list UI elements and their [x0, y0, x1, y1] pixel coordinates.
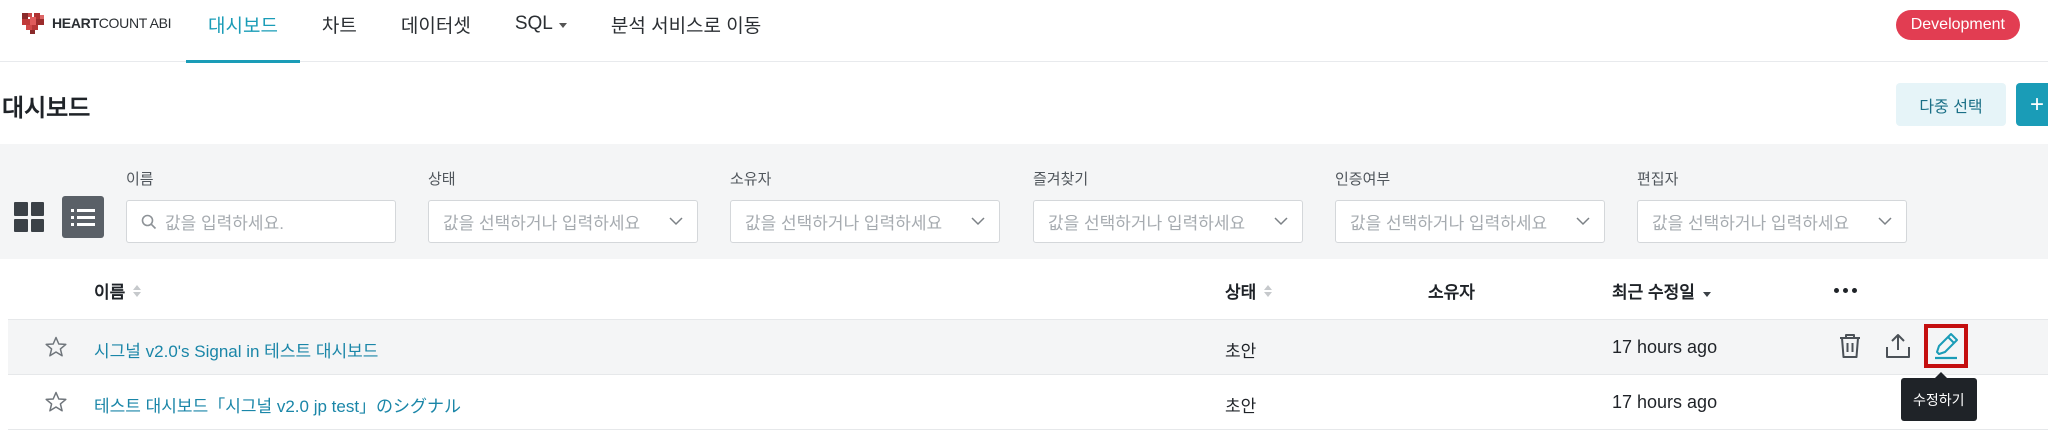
- caret-down-icon: [558, 22, 567, 28]
- environment-badge[interactable]: Development: [1895, 10, 2020, 40]
- column-header-name[interactable]: 이름: [94, 278, 141, 303]
- filter-owner: 소유자 값을 선택하거나 입력하세요: [730, 168, 1000, 243]
- sort-icon: [133, 285, 141, 297]
- column-label: 이름: [94, 283, 126, 302]
- filter-label: 인증여부: [1335, 171, 1391, 188]
- tab-label: 분석 서비스로 이동: [610, 15, 762, 37]
- status-select[interactable]: 값을 선택하거나 입력하세요: [428, 200, 698, 243]
- column-label: 상태: [1225, 283, 1257, 302]
- heart-logo-icon: [20, 11, 46, 35]
- status-cell: 초안: [1225, 342, 1257, 361]
- edit-tooltip: 수정하기: [1901, 372, 1977, 421]
- top-navigation: HEARTCOUNT ABI 대시보드 차트 데이터셋 SQL 분석 서비스로 …: [0, 0, 2048, 63]
- main-nav-tabs: 대시보드 차트 데이터셋 SQL 분석 서비스로 이동: [186, 0, 783, 63]
- share-button[interactable]: [1880, 328, 1916, 364]
- filter-label: 상태: [428, 171, 456, 188]
- tab-sql[interactable]: SQL: [493, 0, 589, 62]
- filter-certified: 인증여부 값을 선택하거나 입력하세요: [1335, 168, 1605, 243]
- chevron-down-icon: [669, 217, 683, 226]
- upload-icon: [1886, 334, 1910, 358]
- sort-desc-icon: [1703, 285, 1711, 297]
- tab-dashboard[interactable]: 대시보드: [186, 0, 300, 63]
- tab-analysis-service[interactable]: 분석 서비스로 이동: [589, 0, 783, 62]
- filter-label: 즐겨찾기: [1033, 171, 1089, 188]
- chevron-down-icon: [971, 217, 985, 226]
- tab-label: 데이터셋: [400, 15, 471, 37]
- dashboard-name-link[interactable]: 시그널 v2.0's Signal in 테스트 대시보드: [94, 337, 378, 362]
- sort-icon: [1264, 285, 1272, 297]
- select-placeholder: 값을 선택하거나 입력하세요: [443, 214, 641, 233]
- select-placeholder: 값을 선택하거나 입력하세요: [745, 214, 943, 233]
- column-label: 최근 수정일: [1612, 283, 1695, 302]
- filter-bar: 이름 값을 입력하세요. 상태 값을 선택하거나 입력하세요 소유자 값을 선택…: [0, 144, 2048, 259]
- list-view-icon[interactable]: [62, 196, 104, 238]
- filter-label: 소유자: [730, 171, 772, 188]
- table-row[interactable]: 테스트 대시보드「시그널 v2.0 jp test」のシグナル 초안 17 ho…: [8, 375, 2048, 430]
- row-actions: [1832, 324, 1968, 368]
- more-options-icon[interactable]: [1834, 288, 1857, 293]
- logo-text-bold: HEART: [52, 15, 99, 31]
- column-label: 소유자: [1428, 283, 1475, 302]
- trash-icon: [1840, 334, 1860, 358]
- filter-favorite: 즐겨찾기 값을 선택하거나 입력하세요: [1033, 168, 1303, 243]
- grid-view-icon[interactable]: [14, 202, 44, 232]
- tab-dataset[interactable]: 데이터셋: [379, 0, 493, 62]
- select-placeholder: 값을 선택하거나 입력하세요: [1652, 214, 1850, 233]
- updated-cell: 17 hours ago: [1612, 392, 1718, 412]
- search-placeholder: 값을 입력하세요.: [165, 214, 284, 233]
- certified-select[interactable]: 값을 선택하거나 입력하세요: [1335, 200, 1605, 243]
- column-header-owner: 소유자: [1428, 278, 1475, 303]
- delete-button[interactable]: [1832, 328, 1868, 364]
- status-cell: 초안: [1225, 397, 1257, 416]
- chevron-down-icon: [1274, 217, 1288, 226]
- filter-editor: 편집자 값을 선택하거나 입력하세요: [1637, 168, 1907, 243]
- star-icon[interactable]: [44, 335, 68, 359]
- editor-select[interactable]: 값을 선택하거나 입력하세요: [1637, 200, 1907, 243]
- chevron-down-icon: [1878, 217, 1892, 226]
- pencil-icon: [1935, 333, 1958, 360]
- tab-chart[interactable]: 차트: [300, 0, 379, 62]
- table-header: 이름 상태 소유자 최근 수정일: [8, 260, 2048, 320]
- multi-select-button[interactable]: 다중 선택: [1896, 83, 2006, 126]
- select-placeholder: 값을 선택하거나 입력하세요: [1350, 214, 1548, 233]
- table-row[interactable]: 시그널 v2.0's Signal in 테스트 대시보드 초안 17 hour…: [8, 320, 2048, 375]
- edit-button[interactable]: [1924, 324, 1968, 368]
- column-header-updated[interactable]: 최근 수정일: [1612, 278, 1711, 303]
- owner-select[interactable]: 값을 선택하거나 입력하세요: [730, 200, 1000, 243]
- filter-status: 상태 값을 선택하거나 입력하세요: [428, 168, 698, 243]
- chevron-down-icon: [1576, 217, 1590, 226]
- updated-cell: 17 hours ago: [1612, 337, 1718, 357]
- app-logo[interactable]: HEARTCOUNT ABI: [20, 11, 172, 35]
- dashboard-name-link[interactable]: 테스트 대시보드「시그널 v2.0 jp test」のシグナル: [94, 392, 461, 417]
- column-header-status[interactable]: 상태: [1225, 278, 1272, 303]
- logo-text-rest: COUNT ABI: [98, 15, 172, 31]
- filter-label: 이름: [126, 171, 154, 188]
- favorite-select[interactable]: 값을 선택하거나 입력하세요: [1033, 200, 1303, 243]
- filter-name: 이름 값을 입력하세요.: [126, 168, 396, 243]
- filter-label: 편집자: [1637, 171, 1679, 188]
- create-dashboard-button[interactable]: +: [2016, 83, 2048, 126]
- select-placeholder: 값을 선택하거나 입력하세요: [1048, 214, 1246, 233]
- name-search-input[interactable]: 값을 입력하세요.: [126, 200, 396, 243]
- tab-label: 대시보드: [208, 15, 278, 37]
- tab-label: SQL: [514, 13, 553, 34]
- dashboard-table: 이름 상태 소유자 최근 수정일 시그널 v2.0's Signal in 테스…: [8, 260, 2048, 430]
- page-title: 대시보드: [2, 95, 91, 122]
- star-icon[interactable]: [44, 390, 68, 414]
- search-icon: [141, 214, 157, 230]
- tab-label: 차트: [321, 15, 357, 37]
